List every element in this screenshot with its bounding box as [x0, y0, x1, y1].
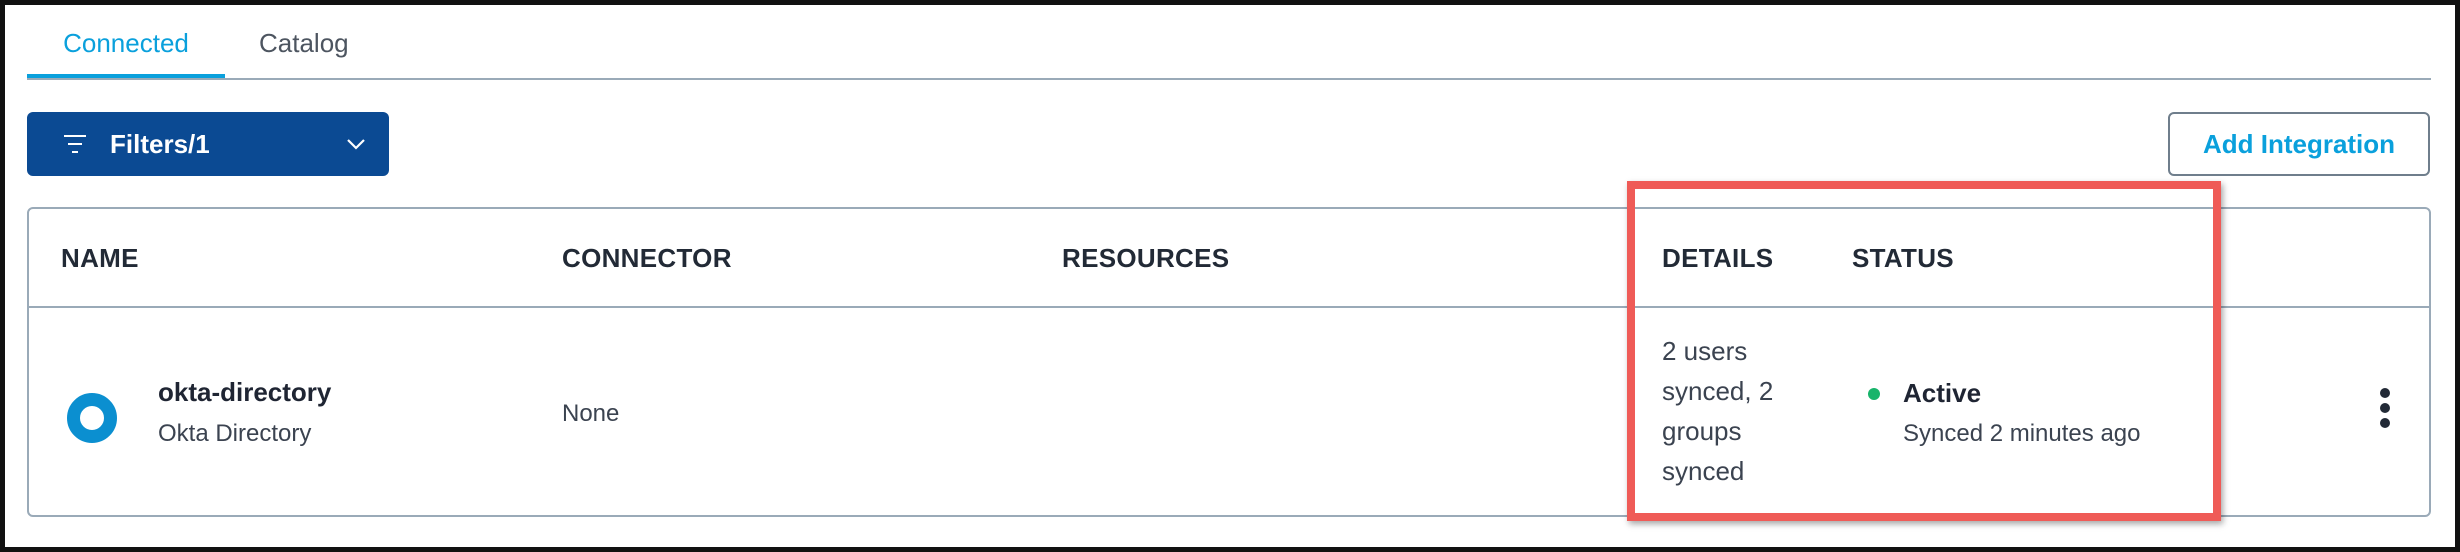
chevron-down-icon	[347, 139, 365, 150]
tab-connected[interactable]: Connected	[27, 26, 225, 78]
filter-lines-icon	[64, 135, 86, 153]
tab-bar: Connected Catalog	[27, 18, 2431, 80]
connector-value: None	[562, 400, 620, 427]
integration-name[interactable]: okta-directory	[158, 375, 331, 409]
filters-button[interactable]: Filters/1	[27, 112, 389, 176]
column-header-connector[interactable]: CONNECTOR	[562, 241, 732, 275]
integrations-table: NAME CONNECTOR RESOURCES DETAILS STATUS …	[27, 207, 2431, 517]
table-row[interactable]: okta-directory Okta Directory None 2 use…	[29, 308, 2429, 517]
tab-catalog[interactable]: Catalog	[259, 26, 349, 76]
column-header-name[interactable]: NAME	[61, 241, 139, 275]
add-integration-button[interactable]: Add Integration	[2168, 112, 2430, 176]
integration-type: Okta Directory	[158, 420, 312, 447]
status-dot-icon	[1868, 388, 1880, 400]
status-badge: Active	[1903, 378, 1982, 408]
filters-label: Filters/1	[110, 129, 210, 159]
status-sync-time: Synced 2 minutes ago	[1903, 420, 2141, 447]
column-header-details[interactable]: DETAILS	[1662, 241, 1773, 275]
details-value: 2 users synced, 2 groups synced	[1662, 336, 1774, 486]
okta-logo-icon	[67, 393, 117, 443]
table-header: NAME CONNECTOR RESOURCES DETAILS STATUS	[29, 209, 2429, 308]
column-header-status[interactable]: STATUS	[1852, 241, 1954, 275]
column-header-resources[interactable]: RESOURCES	[1062, 241, 1229, 275]
kebab-menu-icon[interactable]	[2373, 388, 2397, 428]
